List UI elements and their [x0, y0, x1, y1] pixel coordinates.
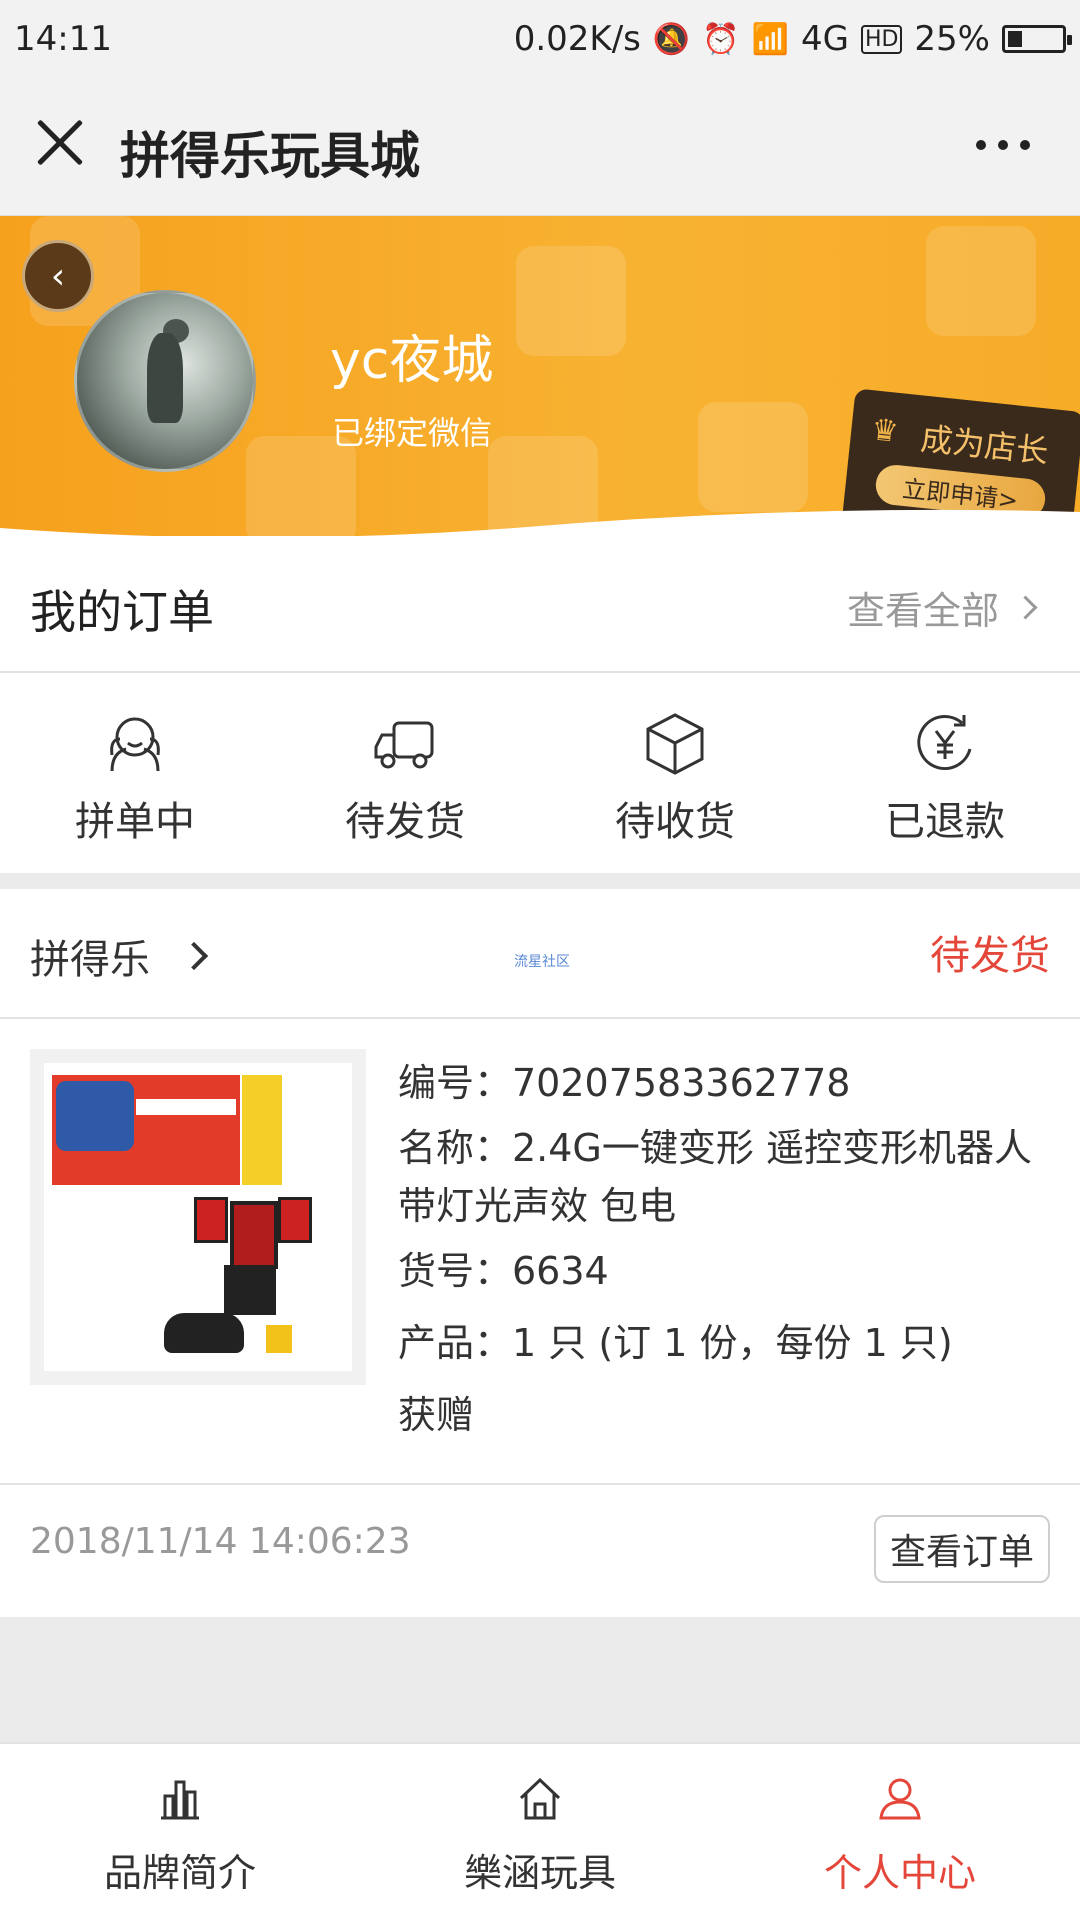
banner-wave: [0, 509, 1080, 548]
tab-label: 待收货: [615, 799, 735, 845]
product-image[interactable]: [30, 1049, 366, 1385]
tab-label: 樂涵玩具: [463, 1851, 616, 1895]
puzzle-decor-icon: [516, 246, 626, 356]
order-shop-row[interactable]: 拼得乐 流星社区 待发货: [0, 889, 1080, 1019]
my-orders-header: 我的订单 查看全部: [0, 536, 1080, 673]
more-icon[interactable]: [976, 140, 1030, 150]
battery-icon: [1002, 25, 1072, 53]
group-buy-icon: [110, 717, 160, 772]
tab-label: 个人中心: [823, 1851, 976, 1895]
status-bar: 14:11 0.02K/s 🔕 ⏰ 📶 4G HD 25%: [0, 0, 1080, 78]
bottom-tab-bar: 品牌简介 樂涵玩具 个人中心: [0, 1742, 1080, 1920]
alarm-icon: ⏰: [702, 21, 740, 57]
username: yc夜城: [330, 331, 494, 391]
product-gift: 获赠: [398, 1393, 475, 1437]
chevron-right-icon: [179, 941, 209, 971]
view-all-label: 查看全部: [846, 589, 999, 633]
product-name-line: 带灯光声效 包电: [398, 1184, 677, 1228]
tab-group-buying[interactable]: 拼单中: [0, 673, 270, 873]
status-time: 14:11: [14, 19, 112, 59]
tab-pending-shipment[interactable]: 待发货: [270, 673, 540, 873]
tab-pending-receipt[interactable]: 待收货: [540, 673, 810, 873]
product-info: 编号：70207583362778 名称：2.4G一键变形 遥控变形机器人 带灯…: [398, 1047, 1048, 1451]
order-footer: 2018/11/14 14:06:23 查看订单: [0, 1485, 1080, 1617]
view-order-button[interactable]: 查看订单: [874, 1515, 1050, 1583]
tab-personal-center[interactable]: 个人中心: [720, 1744, 1080, 1920]
product-name: 名称：2.4G一键变形 遥控变形机器人 带灯光声效 包电: [398, 1119, 1048, 1235]
order-product[interactable]: 编号：70207583362778 名称：2.4G一键变形 遥控变形机器人 带灯…: [0, 1019, 1080, 1485]
truck-icon: [374, 721, 434, 769]
tab-label: 拼单中: [75, 799, 195, 845]
network-type: 4G: [800, 19, 849, 59]
shop-link[interactable]: 拼得乐: [30, 927, 209, 985]
tab-label: 待发货: [345, 799, 465, 845]
tab-lehan-toys[interactable]: 樂涵玩具: [360, 1744, 720, 1920]
user-icon: [879, 1778, 921, 1820]
wechat-bound-text: 已绑定微信: [332, 414, 493, 452]
back-button[interactable]: ‹: [22, 240, 94, 312]
nav-bar: 拼得乐玩具城: [0, 78, 1080, 216]
shop-name: 拼得乐: [30, 937, 150, 983]
shopkeeper-title: 成为店长: [918, 419, 1051, 471]
package-icon: [646, 713, 704, 775]
order-number: 编号：70207583362778: [398, 1061, 851, 1105]
network-speed: 0.02K/s: [513, 19, 641, 59]
avatar[interactable]: [74, 290, 256, 472]
crown-icon: ♛: [869, 412, 901, 450]
watermark-text: 流星社区: [514, 954, 570, 970]
product-quantity: 产品：1 只 (订 1 份，每份 1 只): [398, 1321, 953, 1365]
tab-brand-intro[interactable]: 品牌简介: [0, 1744, 360, 1920]
chart-icon: [161, 1780, 199, 1820]
product-sku: 货号：6634: [398, 1249, 609, 1293]
page-title: 拼得乐玩具城: [120, 127, 420, 185]
my-orders-title: 我的订单: [30, 585, 214, 639]
chevron-right-icon: [1013, 595, 1038, 620]
order-categories: 拼单中 待发货 待收货 已退款: [0, 673, 1080, 873]
order-date: 2018/11/14 14:06:23: [30, 1521, 411, 1562]
tab-label: 品牌简介: [103, 1851, 256, 1895]
hd-badge: HD: [860, 24, 903, 54]
refund-icon: [917, 715, 972, 771]
signal-icon: 📶: [751, 21, 789, 57]
close-icon[interactable]: [36, 118, 84, 166]
view-all-link[interactable]: 查看全部: [846, 580, 1038, 635]
tab-refunded[interactable]: 已退款: [810, 673, 1080, 873]
tab-label: 已退款: [885, 799, 1005, 845]
battery-percent: 25%: [914, 19, 990, 59]
puzzle-decor-icon: [926, 226, 1036, 336]
product-name-line: 名称：2.4G一键变形 遥控变形机器人: [398, 1126, 1032, 1170]
home-icon: [519, 1777, 561, 1820]
mute-icon: 🔕: [652, 21, 691, 57]
order-status: 待发货: [930, 933, 1050, 979]
